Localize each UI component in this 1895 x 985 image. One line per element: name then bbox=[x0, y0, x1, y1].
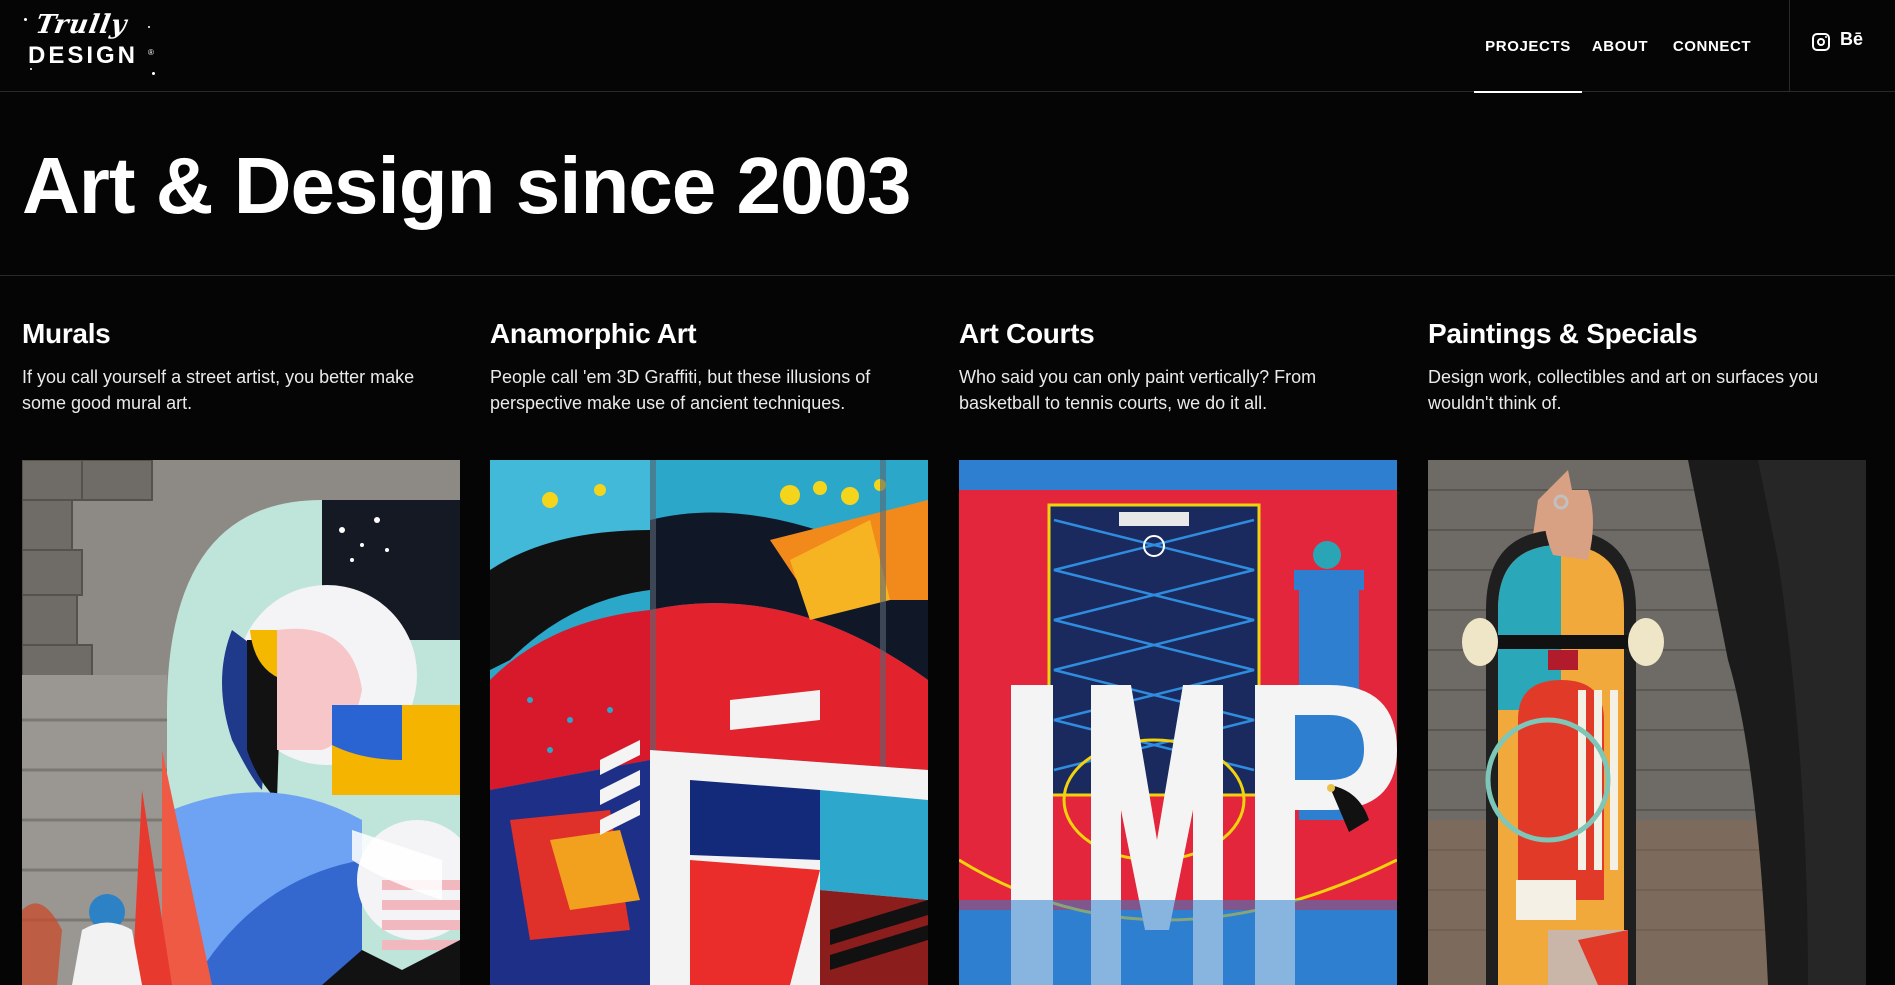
logo-splatter bbox=[24, 18, 27, 21]
nav-about[interactable]: ABOUT bbox=[1586, 0, 1654, 92]
hero-section: Art & Design since 2003 bbox=[0, 92, 1895, 276]
hero-title: Art & Design since 2003 bbox=[22, 141, 911, 230]
brand-logo[interactable]: Trully DESIGN ® bbox=[20, 8, 160, 80]
logo-wordmark: DESIGN bbox=[28, 42, 139, 69]
nav-connect[interactable]: CONNECT bbox=[1664, 0, 1760, 92]
instagram-icon[interactable] bbox=[1812, 33, 1830, 51]
logo-splatter bbox=[152, 72, 155, 75]
category-title[interactable]: Anamorphic Art bbox=[490, 318, 928, 350]
category-paintings-specials: Paintings & Specials Design work, collec… bbox=[1428, 318, 1866, 985]
logo-registered-mark: ® bbox=[148, 48, 154, 57]
site-header: Trully DESIGN ® PROJECTS ABOUT CONNECT B… bbox=[0, 0, 1895, 93]
nav-projects-label: PROJECTS bbox=[1485, 37, 1571, 55]
category-description: Design work, collectibles and art on sur… bbox=[1428, 367, 1819, 413]
logo-splatter bbox=[148, 26, 150, 28]
category-murals: Murals If you call yourself a street art… bbox=[22, 318, 460, 985]
behance-icon[interactable]: Bē bbox=[1840, 29, 1863, 50]
category-title[interactable]: Art Courts bbox=[959, 318, 1397, 350]
anamorphic-image[interactable] bbox=[490, 460, 928, 985]
category-anamorphic-art: Anamorphic Art People call 'em 3D Graffi… bbox=[490, 318, 928, 985]
social-links: Bē bbox=[1789, 0, 1895, 92]
nav-about-label: ABOUT bbox=[1591, 37, 1649, 55]
logo-splatter bbox=[30, 68, 32, 70]
category-description: Who said you can only paint vertically? … bbox=[959, 367, 1317, 413]
art-court-image[interactable] bbox=[959, 460, 1397, 985]
mural-image[interactable] bbox=[22, 460, 460, 985]
category-title[interactable]: Murals bbox=[22, 318, 460, 350]
category-description: If you call yourself a street artist, yo… bbox=[22, 367, 415, 413]
nav-connect-label: CONNECT bbox=[1672, 37, 1752, 55]
nav-projects[interactable]: PROJECTS bbox=[1474, 0, 1582, 93]
logo-script-text: Trully bbox=[33, 10, 130, 40]
category-description: People call 'em 3D Graffiti, but these i… bbox=[490, 367, 871, 413]
skateboard-image[interactable] bbox=[1428, 460, 1866, 985]
category-title[interactable]: Paintings & Specials bbox=[1428, 318, 1866, 350]
category-art-courts: Art Courts Who said you can only paint v… bbox=[959, 318, 1397, 985]
